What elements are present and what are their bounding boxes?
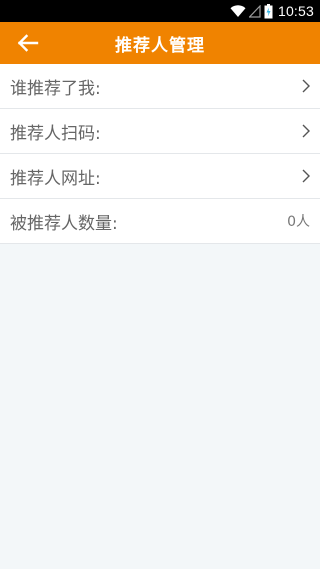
app-bar: 推荐人管理 [0,22,320,64]
battery-charging-icon [264,3,273,19]
row-referrer-url[interactable]: 推荐人网址: [0,154,320,199]
status-bar: 10:53 [0,0,320,22]
row-label: 推荐人网址: [10,168,101,189]
settings-list: 谁推荐了我: 推荐人扫码: 推荐人网址: 被推荐人数量: 0人 [0,64,320,244]
chevron-right-icon [302,124,310,138]
chevron-right-icon [302,169,310,183]
wifi-icon [230,4,246,18]
referred-count-value: 0人 [287,214,310,230]
row-referrer-scan-code[interactable]: 推荐人扫码: [0,109,320,154]
row-label: 被推荐人数量: [10,213,118,234]
status-time: 10:53 [277,3,314,19]
chevron-right-icon [302,79,310,93]
signal-icon [248,4,261,18]
back-button[interactable] [8,22,48,64]
arrow-left-icon [17,34,39,52]
row-who-referred-me[interactable]: 谁推荐了我: [0,64,320,109]
page-title: 推荐人管理 [115,35,205,56]
row-referred-count: 被推荐人数量: 0人 [0,199,320,244]
row-label: 推荐人扫码: [10,123,101,144]
row-label: 谁推荐了我: [10,78,101,99]
